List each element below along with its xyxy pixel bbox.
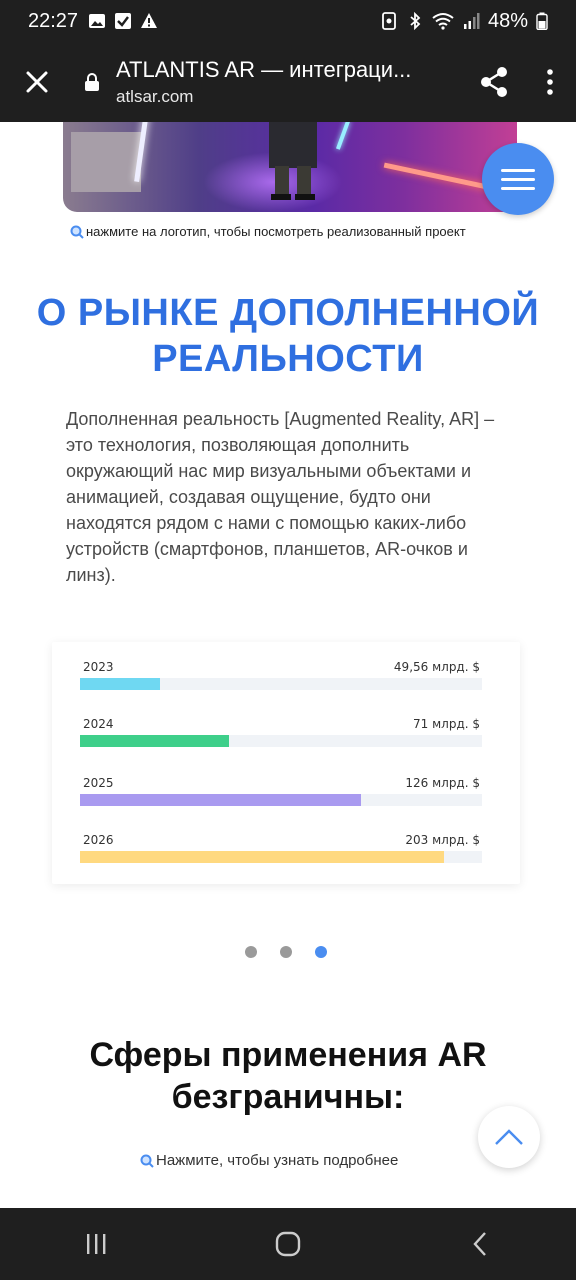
menu-button[interactable] <box>482 143 554 215</box>
nfc-icon <box>382 12 396 30</box>
chart-bar <box>80 851 444 863</box>
battery-percent: 48% <box>487 9 528 32</box>
chart-value-label: 126 млрд. $ <box>405 776 480 790</box>
page-title: ATLANTIS AR — интеграци... <box>116 57 412 82</box>
share-button[interactable] <box>464 42 524 122</box>
battery-icon <box>536 12 548 30</box>
chart-bar <box>80 735 229 747</box>
chevron-up-icon <box>495 1129 523 1145</box>
carousel-dot[interactable] <box>245 946 257 958</box>
status-right: 48% <box>380 10 548 33</box>
section-heading: О РЫНКЕ ДОПОЛНЕННОЙ РЕАЛЬНОСТИ <box>36 292 540 380</box>
magnifier-icon <box>70 225 84 239</box>
warning-icon <box>141 13 158 28</box>
logo-hint: нажмите на логотип, чтобы посмотреть реа… <box>70 224 466 239</box>
chart-bar <box>80 678 161 690</box>
signal-icon <box>463 13 480 29</box>
project-hero-image[interactable] <box>63 122 517 212</box>
logo-hint-text: нажмите на логотип, чтобы посмотреть реа… <box>86 224 466 239</box>
bluetooth-icon <box>410 12 421 30</box>
chart-bar <box>80 794 362 806</box>
hamburger-line <box>501 186 535 190</box>
details-hint[interactable]: Нажмите, чтобы узнать подробнее <box>140 1152 398 1169</box>
more-options-button[interactable] <box>524 42 576 122</box>
page-url: atlsar.com <box>116 87 194 106</box>
hamburger-line <box>501 177 535 181</box>
chart-bar-row: 2026 203 млрд. $ <box>80 833 482 865</box>
recents-button[interactable] <box>36 1208 156 1280</box>
chart-category-label: 2025 <box>83 776 114 790</box>
chart-category-label: 2023 <box>83 660 114 674</box>
chart-bar-track <box>80 735 482 747</box>
browser-toolbar: ATLANTIS AR — интеграци... atlsar.com <box>0 42 576 122</box>
status-bar: 22:27 48% <box>0 0 576 42</box>
carousel-dot[interactable] <box>315 946 327 958</box>
hero-prop <box>71 132 141 192</box>
chart-bar-row: 2023 49,56 млрд. $ <box>80 660 482 692</box>
scroll-top-button[interactable] <box>478 1106 540 1168</box>
chart-bar-track <box>80 794 482 806</box>
chart-bar-track <box>80 678 482 690</box>
site-security-button[interactable] <box>84 72 110 92</box>
checkbox-icon <box>115 13 132 29</box>
carousel-dots <box>245 946 327 958</box>
carousel-dot[interactable] <box>280 946 292 958</box>
chart-category-label: 2026 <box>83 833 114 847</box>
web-content[interactable]: нажмите на логотип, чтобы посмотреть реа… <box>0 122 576 1208</box>
image-icon <box>89 14 106 28</box>
page-info[interactable]: ATLANTIS AR — интеграци... atlsar.com <box>116 57 464 107</box>
home-icon <box>275 1231 301 1257</box>
ar-description: Дополненная реальность [Augmented Realit… <box>66 409 495 585</box>
chart-value-label: 49,56 млрд. $ <box>393 660 480 674</box>
recents-icon <box>87 1234 106 1254</box>
chart-bar-row: 2025 126 млрд. $ <box>80 776 482 808</box>
share-icon <box>481 67 507 97</box>
applications-heading: Сферы применения AR безграничны: <box>89 1036 487 1116</box>
home-button[interactable] <box>228 1208 348 1280</box>
details-hint-text: Нажмите, чтобы узнать подробнее <box>156 1152 399 1169</box>
chart-category-label: 2024 <box>83 717 114 731</box>
hamburger-icon <box>501 168 535 172</box>
chart-bar-row: 2024 71 млрд. $ <box>80 717 482 749</box>
magnifier-icon <box>140 1154 154 1168</box>
back-icon <box>473 1232 486 1256</box>
chart-value-label: 71 млрд. $ <box>413 717 480 731</box>
system-nav-bar <box>0 1208 576 1280</box>
hero-light-tube <box>335 122 351 150</box>
close-button[interactable] <box>0 42 74 122</box>
chart-bar-track <box>80 851 482 863</box>
back-button[interactable] <box>420 1208 540 1280</box>
notification-icons <box>88 12 158 30</box>
close-icon <box>26 71 48 93</box>
lock-icon <box>85 73 99 91</box>
wifi-icon <box>432 13 454 30</box>
more-vert-icon <box>547 69 553 95</box>
hero-person <box>269 122 317 200</box>
status-time: 22:27 <box>28 9 79 32</box>
hero-light-tube <box>383 162 493 191</box>
market-chart: 2023 49,56 млрд. $ 2024 71 млрд. $ 2025 126 м… <box>52 642 520 884</box>
chart-value-label: 203 млрд. $ <box>405 833 480 847</box>
